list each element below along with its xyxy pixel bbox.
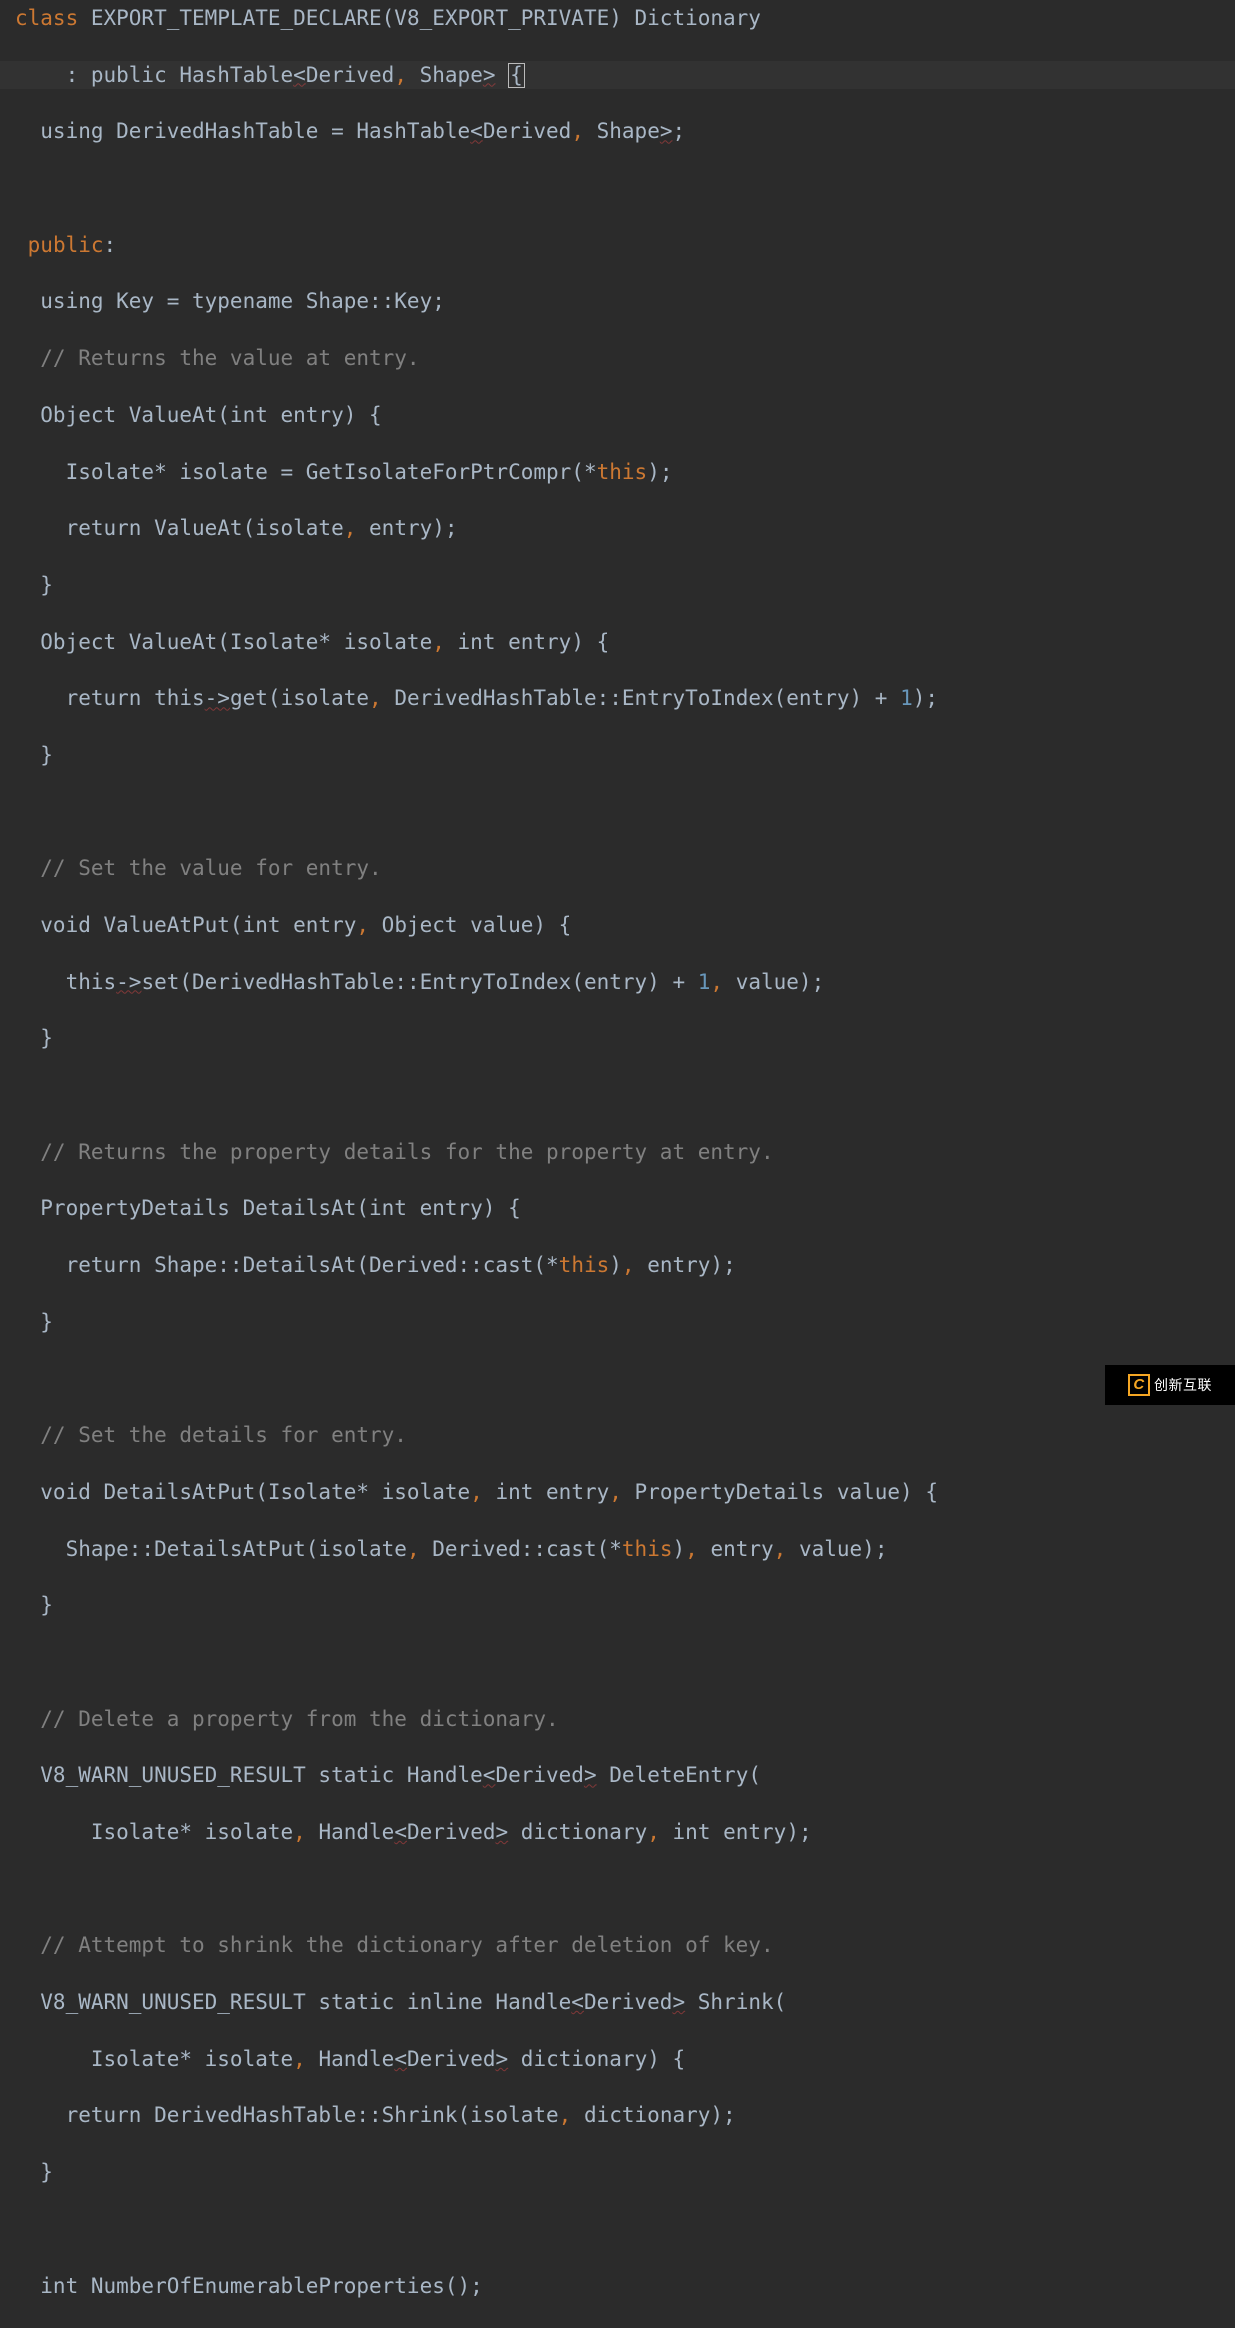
watermark-logo: C 创新互联 [1105, 1365, 1235, 1405]
line-shrink-sig1: V8_WARN_UNUSED_RESULT static inline Hand… [0, 1988, 1235, 2016]
comment-returns-details: // Returns the property details for the … [0, 1138, 1235, 1166]
line-valueat-body2: return ValueAt(isolate, entry); [0, 514, 1235, 542]
line-close-brace: } [0, 571, 1235, 599]
line-shrink-body: return DerivedHashTable::Shrink(isolate,… [0, 2101, 1235, 2129]
cursor-open-brace: { [508, 63, 525, 88]
line-inherit: : public HashTable<Derived, Shape> { [0, 61, 1235, 89]
comment-delete: // Delete a property from the dictionary… [0, 1705, 1235, 1733]
line-detailsatput-body: Shape::DetailsAtPut(isolate, Derived::ca… [0, 1535, 1235, 1563]
comment-set-details: // Set the details for entry. [0, 1421, 1235, 1449]
code-editor[interactable]: class EXPORT_TEMPLATE_DECLARE(V8_EXPORT_… [0, 0, 1235, 2328]
line-detailsatput-sig: void DetailsAtPut(Isolate* isolate, int … [0, 1478, 1235, 1506]
line-using-key: using Key = typename Shape::Key; [0, 287, 1235, 315]
line-valueat-sig: Object ValueAt(int entry) { [0, 401, 1235, 429]
keyword-class: class [15, 6, 78, 30]
blank-line [0, 1081, 1235, 1109]
blank-line [0, 2215, 1235, 2243]
line-numberofenum: int NumberOfEnumerableProperties(); [0, 2272, 1235, 2300]
line-close-brace: } [0, 1024, 1235, 1052]
line-close-brace: } [0, 1308, 1235, 1336]
blank-line [0, 798, 1235, 826]
line-valueat2-body: return this->get(isolate, DerivedHashTab… [0, 684, 1235, 712]
line-close-brace: } [0, 741, 1235, 769]
line-using-derived: using DerivedHashTable = HashTable<Deriv… [0, 117, 1235, 145]
watermark-text: 创新互联 [1154, 1376, 1212, 1395]
line-valueat-body1: Isolate* isolate = GetIsolateForPtrCompr… [0, 458, 1235, 486]
blank-line [0, 1875, 1235, 1903]
line-deleteentry-sig1: V8_WARN_UNUSED_RESULT static Handle<Deri… [0, 1761, 1235, 1789]
comment-shrink: // Attempt to shrink the dictionary afte… [0, 1931, 1235, 1959]
comment-returns-value: // Returns the value at entry. [0, 344, 1235, 372]
blank-line [0, 1648, 1235, 1676]
line-class-decl: class EXPORT_TEMPLATE_DECLARE(V8_EXPORT_… [0, 4, 1235, 32]
line-public: public: [0, 231, 1235, 259]
line-detailsat-body: return Shape::DetailsAt(Derived::cast(*t… [0, 1251, 1235, 1279]
line-valueatput-body: this->set(DerivedHashTable::EntryToIndex… [0, 968, 1235, 996]
line-detailsat-sig: PropertyDetails DetailsAt(int entry) { [0, 1194, 1235, 1222]
logo-c-icon: C [1128, 1374, 1150, 1396]
comment-set-value: // Set the value for entry. [0, 854, 1235, 882]
line-valueatput-sig: void ValueAtPut(int entry, Object value)… [0, 911, 1235, 939]
line-valueat2-sig: Object ValueAt(Isolate* isolate, int ent… [0, 628, 1235, 656]
line-close-brace: } [0, 2158, 1235, 2186]
line-close-brace: } [0, 1591, 1235, 1619]
blank-line [0, 174, 1235, 202]
blank-line [0, 1365, 1235, 1393]
line-deleteentry-sig2: Isolate* isolate, Handle<Derived> dictio… [0, 1818, 1235, 1846]
line-shrink-sig2: Isolate* isolate, Handle<Derived> dictio… [0, 2045, 1235, 2073]
